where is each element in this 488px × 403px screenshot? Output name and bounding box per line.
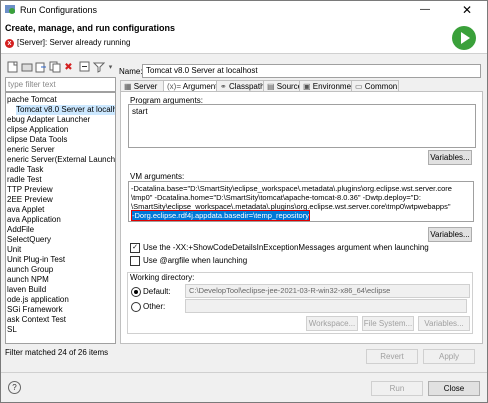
- header-title: Create, manage, and run configurations: [5, 23, 176, 33]
- file-system-button[interactable]: File System...: [362, 316, 414, 331]
- default-dir-field: C:\DevelopTool\eclipse-jee-2021-03-R-win…: [185, 284, 470, 298]
- tree-item[interactable]: Unit: [7, 245, 21, 255]
- tree-item[interactable]: aunch NPM: [7, 275, 49, 285]
- name-field[interactable]: Tomcat v8.0 Server at localhost: [142, 64, 481, 78]
- tree-item[interactable]: radle Task: [7, 165, 43, 175]
- working-dir-label: Working directory:: [130, 273, 197, 282]
- tree-item[interactable]: eneric Server(External Launch): [7, 155, 115, 165]
- new-prototype-icon[interactable]: [20, 61, 33, 74]
- xx-option-label: Use the -XX:+ShowCodeDetailsInExceptionM…: [143, 243, 429, 252]
- tree-item[interactable]: ode.js application: [7, 295, 69, 305]
- tree-item[interactable]: ava Applet: [7, 205, 44, 215]
- program-args-value: start: [132, 107, 148, 116]
- collapse-all-icon[interactable]: [78, 61, 91, 74]
- vm-args-line: \tmp0" -Dcatalina.home="D:\SmartSity\tom…: [131, 193, 421, 202]
- tree-item[interactable]: clipse Application: [7, 125, 68, 135]
- close-window-button[interactable]: ✕: [452, 2, 482, 18]
- filter-dropdown-icon[interactable]: ▾: [104, 61, 117, 74]
- tree-item[interactable]: SelectQuery: [7, 235, 51, 245]
- tree-item[interactable]: aunch Group: [7, 265, 53, 275]
- default-radio[interactable]: [131, 287, 141, 297]
- xx-option-checkbox[interactable]: ✓: [130, 243, 140, 253]
- vm-args-textarea[interactable]: -Dcatalina.base="D:\SmartSity\eclipse_wo…: [128, 181, 474, 222]
- vm-args-selected-text[interactable]: -Dorg.eclipse.rdf4j.appdata.basedir=\tem…: [132, 211, 309, 220]
- tree-item[interactable]: ask Context Test: [7, 315, 66, 325]
- tree-item[interactable]: eneric Server: [7, 145, 55, 155]
- tree-item-selected[interactable]: Tomcat v8.0 Server at localhost: [16, 105, 115, 115]
- tree-item[interactable]: SL: [7, 325, 17, 335]
- filter-status: Filter matched 24 of 26 items: [5, 348, 109, 357]
- tree-item[interactable]: ebug Adapter Launcher: [7, 115, 90, 125]
- config-tree[interactable]: pache Tomcat Tomcat v8.0 Server at local…: [5, 92, 116, 344]
- argfile-checkbox[interactable]: [130, 256, 140, 266]
- delete-icon[interactable]: ✖: [62, 61, 75, 74]
- tree-item[interactable]: ava Application: [7, 215, 61, 225]
- window-title: Run Configurations: [20, 5, 98, 15]
- export-icon[interactable]: [34, 61, 47, 74]
- argfile-label: Use @argfile when launching: [143, 256, 248, 265]
- other-radio[interactable]: [131, 302, 141, 312]
- program-variables-button[interactable]: Variables...: [428, 150, 472, 165]
- tree-item[interactable]: SGi Framework: [7, 305, 63, 315]
- workspace-button[interactable]: Workspace...: [306, 316, 358, 331]
- vm-variables-button[interactable]: Variables...: [428, 227, 472, 242]
- tree-item[interactable]: TTP Preview: [7, 185, 53, 195]
- tree-item[interactable]: radle Test: [7, 175, 42, 185]
- new-config-icon[interactable]: [6, 61, 19, 74]
- minimize-button[interactable]: —: [414, 2, 436, 18]
- filter-input[interactable]: type filter text: [5, 77, 116, 92]
- help-icon[interactable]: ?: [8, 381, 21, 394]
- program-args-textarea[interactable]: start: [128, 104, 476, 148]
- run-banner-icon: [452, 26, 476, 50]
- close-button[interactable]: Close: [428, 381, 480, 396]
- footer-divider: [1, 372, 487, 373]
- tree-item[interactable]: AddFile: [7, 225, 34, 235]
- tree-item[interactable]: Unit Plug-in Test: [7, 255, 65, 265]
- tree-item[interactable]: laven Build: [7, 285, 46, 295]
- vm-args-line: -Dcatalina.base="D:\SmartSity\eclipse_wo…: [131, 184, 452, 193]
- tree-item[interactable]: 2EE Preview: [7, 195, 53, 205]
- workdir-variables-button[interactable]: Variables...: [418, 316, 470, 331]
- run-config-icon: [5, 4, 16, 15]
- other-label: Other:: [143, 302, 166, 311]
- name-label: Name:: [119, 67, 143, 76]
- tree-item[interactable]: pache Tomcat: [7, 95, 57, 105]
- apply-button[interactable]: Apply: [423, 349, 475, 364]
- tree-item[interactable]: clipse Data Tools: [7, 135, 67, 145]
- default-label: Default:: [143, 287, 171, 296]
- duplicate-icon[interactable]: [48, 61, 61, 74]
- error-icon: x: [5, 39, 14, 48]
- vm-args-highlight-box: -Dorg.eclipse.rdf4j.appdata.basedir=\tem…: [131, 210, 310, 221]
- vm-args-label: VM arguments:: [130, 172, 185, 181]
- other-dir-field[interactable]: [185, 299, 467, 313]
- run-button[interactable]: Run: [371, 381, 423, 396]
- revert-button[interactable]: Revert: [366, 349, 418, 364]
- header-status: [Server]: Server already running: [17, 38, 131, 47]
